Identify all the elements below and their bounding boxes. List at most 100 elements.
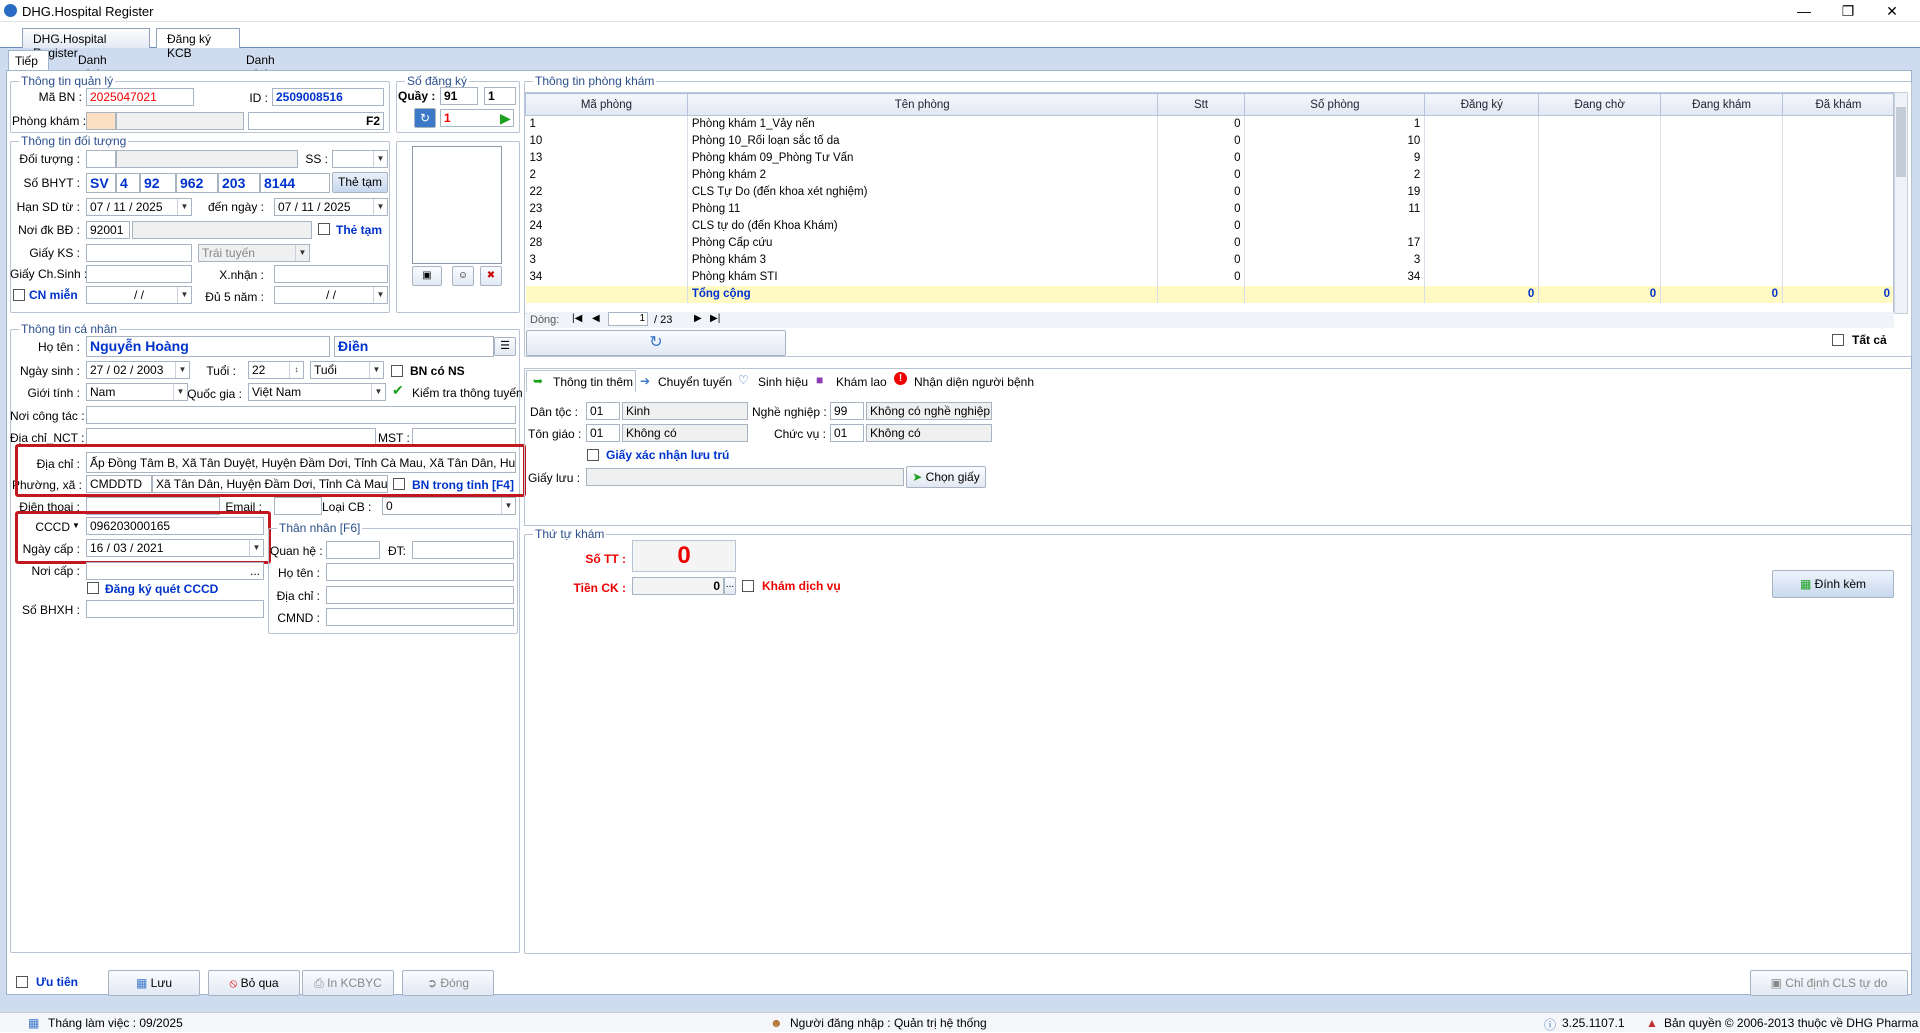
table-row[interactable]: 24 CLS tự do (đến Khoa Khám) 0 [525,217,1893,235]
the-tam-button[interactable]: Thẻ tạm [332,172,388,193]
bhyt-part-3[interactable]: 92 [140,173,176,193]
cn-mien-checkbox[interactable] [13,289,25,301]
table-row[interactable]: 1 Phòng khám 1_Vảy nến 0 1 [525,115,1893,133]
dinh-kem-button[interactable]: ▦ Đính kèm [1772,570,1894,598]
luu-button[interactable]: ▦ Lưu [108,970,200,996]
reload-icon[interactable]: ↻ [526,330,786,356]
the-tam-checkbox[interactable] [318,223,330,235]
scrollbar-thumb[interactable] [1896,107,1906,177]
list-icon[interactable]: ☰ [494,337,516,356]
noi-cap-field[interactable]: ... [86,562,264,580]
dong-button[interactable]: ➲ Đóng [402,970,494,996]
doi-tuong-code[interactable] [86,150,116,168]
table-row[interactable]: 28 Phòng Cấp cứu 0 17 [525,234,1893,252]
table-row[interactable]: 13 Phòng khám 09_Phòng Tư Vấn 0 9 [525,149,1893,167]
noi-dk-field[interactable]: 92001 [86,221,130,239]
giay-ks-field[interactable] [86,244,192,262]
col-so-phong[interactable]: Số phòng [1244,93,1426,116]
id-field[interactable]: 2509008516 [272,88,384,106]
ngay-sinh-field[interactable]: 27 / 02 / 2003 ▼ [86,361,190,379]
than-nhan-ho-ten-field[interactable] [326,563,514,581]
col-stt[interactable]: Stt [1156,93,1246,116]
col-dang-kham[interactable]: Đang khám [1660,93,1784,116]
bo-qua-button[interactable]: ⦸ Bỏ qua [208,970,300,996]
phong-kham-code[interactable] [86,112,116,130]
refresh-icon[interactable]: ↻ [414,108,436,128]
tat-ca-checkbox[interactable] [1832,334,1844,346]
quoc-gia-select[interactable]: Việt Nam ▼ [248,383,386,401]
bhyt-part-2[interactable]: 4 [116,173,140,193]
cn-mien-date[interactable]: / / ▼ [86,286,192,304]
prev-page-icon[interactable]: ◀ [592,313,600,324]
table-row[interactable]: 23 Phòng 11 0 11 [525,200,1893,218]
tab-thong-tin-them[interactable]: ➥ Thông tin thêm [526,370,636,392]
han-tu-field[interactable]: 07 / 11 / 2025 ▼ [86,198,192,216]
kham-dv-checkbox[interactable] [742,580,754,592]
play-icon[interactable]: ▶ [500,110,511,127]
delete-photo-icon[interactable]: ✖ [480,266,502,286]
bhyt-part-6[interactable]: 8144 [260,173,330,193]
ten-field[interactable]: Điền [334,336,494,357]
trai-tuyen-select[interactable]: Trái tuyến ▼ [198,244,310,262]
tab-sinh-hieu[interactable]: Sinh hiệu [758,375,808,389]
bhyt-part-4[interactable]: 962 [176,173,218,193]
tab-chuyen-tuyen[interactable]: Chuyển tuyến [658,375,732,389]
chon-giay-button[interactable]: ➤ Chọn giấy [906,466,986,488]
next-page-icon[interactable]: ▶ [694,313,702,324]
close-icon[interactable]: ✕ [1870,0,1914,22]
tab-kham-lao[interactable]: Khám lao [836,375,887,389]
col-ma-phong[interactable]: Mã phòng [525,93,688,116]
user-photo-icon[interactable]: ☺ [452,266,474,286]
dan-toc-code[interactable]: 01 [586,402,620,420]
dk-quet-checkbox[interactable] [87,582,99,594]
tab-nhan-dien[interactable]: Nhận diện người bệnh [914,375,1034,389]
chuc-code[interactable]: 01 [830,424,864,442]
last-page-icon[interactable]: ▶| [710,313,720,324]
dt-field[interactable] [412,541,514,559]
giay-xn-checkbox[interactable] [587,449,599,461]
bhyt-part-5[interactable]: 203 [218,173,260,193]
quay2-field[interactable]: 1 [484,87,516,105]
loai-cb-select[interactable]: 0 ▼ [382,497,516,515]
uu-tien-checkbox[interactable] [16,976,28,988]
col-dang-ky[interactable]: Đăng ký [1424,93,1540,116]
nghe-code[interactable]: 99 [830,402,864,420]
ma-bn-field[interactable]: 2025047021 [86,88,194,106]
table-row[interactable]: 22 CLS Tự Do (đến khoa xét nghiệm) 0 19 [525,183,1893,201]
table-row[interactable]: 2 Phòng khám 202 [525,166,1893,184]
table-row[interactable]: 34 Phòng khám STI 0 34 [525,268,1893,286]
quay-field[interactable]: 91 [440,87,478,105]
phong-kham-search[interactable]: F2 [248,112,384,130]
table-scrollbar[interactable] [1894,92,1908,314]
quan-he-field[interactable] [326,541,380,559]
tuoi-field[interactable]: 22 ↕ [248,361,304,379]
page-field[interactable]: 1 [608,312,648,326]
ton-code[interactable]: 01 [586,424,620,442]
du5nam-date[interactable]: / / ▼ [274,286,388,304]
minimize-icon[interactable]: — [1782,0,1826,22]
chi-dinh-cls-button[interactable]: ▣ Chỉ định CLS tự do [1750,970,1908,996]
camera-icon[interactable]: ▣ [412,266,442,286]
than-nhan-dia-chi-field[interactable] [326,586,514,604]
tien-ck-more[interactable]: ... [724,577,736,595]
kiem-tra-link[interactable]: Kiểm tra thông tuyến [412,386,523,400]
col-da-kham[interactable]: Đã khám [1782,93,1893,116]
ho-ten-field[interactable]: Nguyễn Hoàng [86,336,330,357]
bhyt-part-1[interactable]: SV [86,173,116,193]
table-row[interactable]: 3 Phòng khám 303 [525,251,1893,269]
col-dang-cho[interactable]: Đang chờ [1538,93,1662,116]
tab-tiep-nhan[interactable]: Tiếp nhận [8,50,49,82]
email-field[interactable] [274,497,322,515]
bn-co-ns-checkbox[interactable] [391,365,403,377]
han-den-field[interactable]: 07 / 11 / 2025 ▼ [274,198,388,216]
tab-ds-web[interactable]: Danh sách bệnh nhân WEB [240,50,281,123]
cmnd-field[interactable] [326,608,514,626]
giay-chsinh-field[interactable] [86,265,192,283]
noi-cong-tac-field[interactable] [86,406,516,424]
first-page-icon[interactable]: |◀ [572,313,582,324]
tab-hospital-register[interactable]: DHG.Hospital Register [22,28,150,60]
maximize-icon[interactable]: ❐ [1826,0,1870,22]
so-bhxh-field[interactable] [86,600,264,618]
ss-select[interactable]: ▼ [332,150,388,168]
col-ten-phong[interactable]: Tên phòng [686,93,1158,116]
